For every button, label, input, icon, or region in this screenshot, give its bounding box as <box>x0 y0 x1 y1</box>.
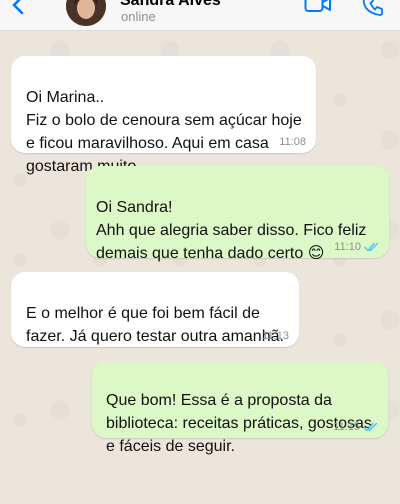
message-time: 11:08 <box>279 136 306 148</box>
message-text: E o melhor é que foi bem fácil de fazer.… <box>26 305 284 345</box>
message-meta: 11:13 <box>262 330 289 342</box>
message-bubble-outgoing[interactable]: Que bom! Essa é a proposta da biblioteca… <box>92 361 388 455</box>
message-bubble-incoming[interactable]: Oi Marina.. Fiz o bolo de cenoura sem aç… <box>11 56 316 175</box>
voice-call-icon[interactable] <box>362 0 384 16</box>
message-time: 11:15 <box>333 421 360 433</box>
message-bubble-incoming[interactable]: E o melhor é que foi bem fácil de fazer.… <box>11 272 299 347</box>
message-text: Oi Sandra! Ahh que alegria saber disso. … <box>96 199 367 262</box>
message-meta: 11:10 <box>334 241 379 253</box>
message-time: 11:13 <box>262 330 289 342</box>
message-bubble-outgoing[interactable]: Oi Sandra! Ahh que alegria saber disso. … <box>86 166 389 262</box>
message-text: Oi Marina.. Fiz o bolo de cenoura sem aç… <box>26 89 302 175</box>
read-receipt-icon <box>364 242 379 252</box>
read-receipt-icon <box>363 422 378 432</box>
message-time: 11:10 <box>334 241 361 253</box>
contact-status: online <box>121 9 156 24</box>
video-call-icon[interactable] <box>304 0 332 14</box>
message-meta: 11:15 <box>333 421 378 433</box>
avatar[interactable] <box>66 0 106 26</box>
message-meta: 11:08 <box>279 136 306 148</box>
back-chevron-icon[interactable] <box>8 0 30 16</box>
chat-header: Sandra Alves online <box>0 0 400 31</box>
